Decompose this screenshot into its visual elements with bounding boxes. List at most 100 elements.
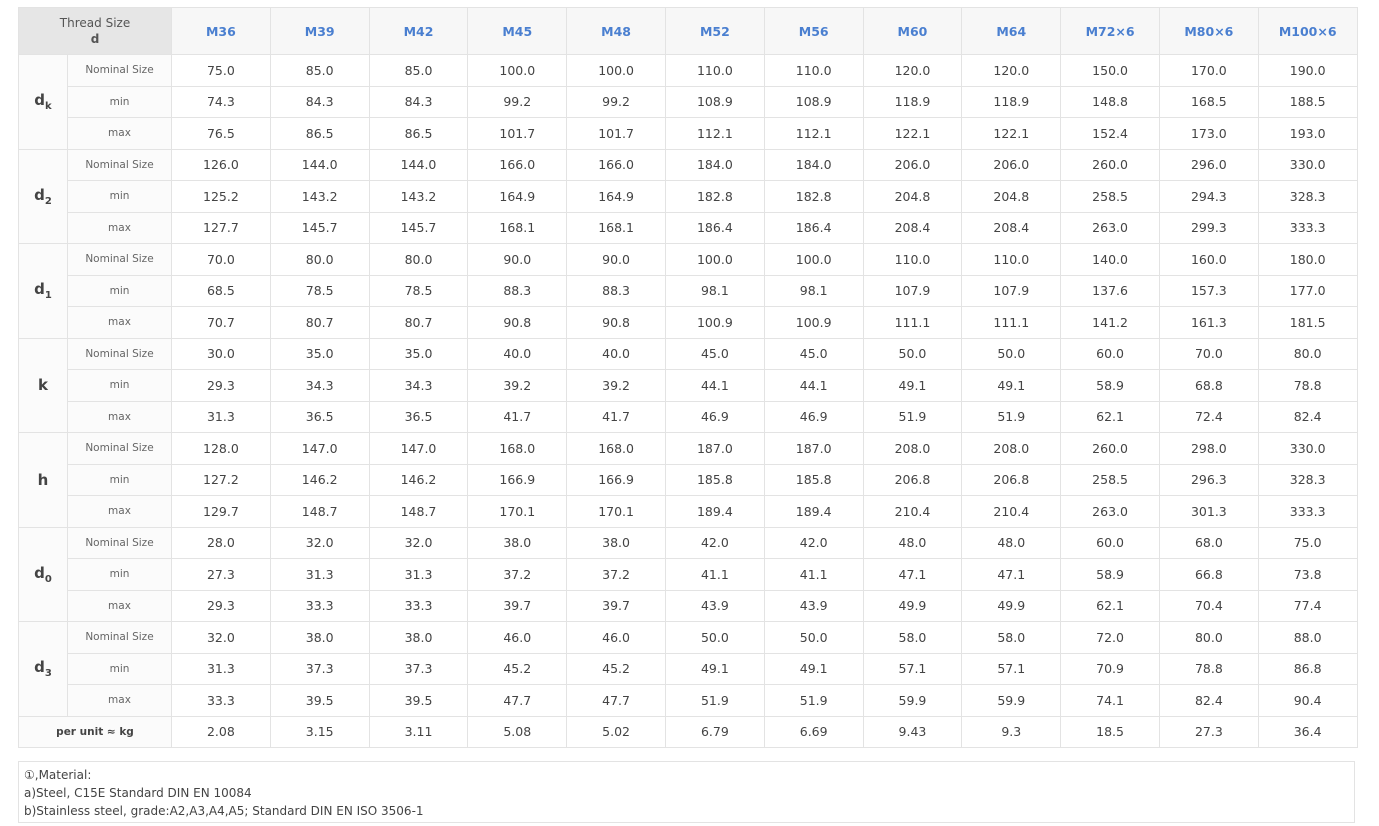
table-cell: 41.1: [664, 558, 765, 591]
table-row: min 68.5 78.5 78.5 88.3 88.3 98.1 98.1 107.9 107.…: [19, 274, 1358, 307]
table-cell: 101.7: [467, 117, 568, 150]
table-row: max 127.7 145.7 145.7 168.1 168.1 186.4 186.4 20…: [19, 211, 1358, 244]
table-cell: 35.0: [269, 337, 370, 370]
table-cell: 333.3: [1257, 495, 1358, 528]
table-cell: 173.0: [1158, 117, 1259, 150]
table-cell: 88.3: [566, 274, 666, 307]
notes-title: ①,Material:: [24, 768, 92, 782]
spec-table-body: dk Nominal Size 75.0 85.0 85.0 100.0 100.0 110.…: [18, 54, 1358, 748]
table-cell: 75.0: [171, 54, 271, 87]
table-cell: 38.0: [467, 526, 568, 559]
table-cell: 301.3: [1158, 495, 1259, 528]
table-cell: 100.0: [467, 54, 568, 87]
table-cell: 58.0: [961, 621, 1062, 654]
table-cell: 37.2: [467, 558, 568, 591]
table-cell: 100.9: [763, 306, 864, 339]
table-cell: 110.0: [763, 54, 864, 87]
tolerance-label: max: [67, 400, 172, 433]
table-cell: 38.0: [269, 621, 370, 654]
table-cell: 84.3: [269, 85, 370, 118]
table-cell: 78.5: [368, 274, 469, 307]
table-cell: 34.3: [269, 369, 370, 402]
table-cell: 208.0: [862, 432, 963, 465]
tolerance-label: min: [67, 652, 172, 685]
table-cell: 182.8: [664, 180, 765, 213]
dimension-symbol: d2: [18, 148, 68, 244]
table-cell: 80.0: [368, 243, 469, 276]
table-row: max 29.3 33.3 33.3 39.7 39.7 43.9 43.9 49.9 49.9 6…: [19, 589, 1358, 622]
thread-size-column-header: M36: [171, 7, 271, 55]
table-cell: 60.0: [1060, 526, 1160, 559]
tolerance-label: max: [67, 117, 172, 150]
table-cell: 206.8: [961, 463, 1062, 496]
table-cell: 204.8: [862, 180, 963, 213]
table-cell: 40.0: [467, 337, 568, 370]
tolerance-label: Nominal Size: [67, 526, 172, 559]
thread-size-column-header: M39: [269, 7, 370, 55]
table-row: k Nominal Size 30.0 35.0 35.0 40.0 40.0 45.0 45.…: [18, 337, 1358, 433]
table-cell: 49.1: [961, 369, 1062, 402]
tolerance-label: min: [67, 369, 172, 402]
table-cell: 80.7: [368, 306, 469, 339]
table-cell: 88.3: [467, 274, 568, 307]
table-cell: 32.0: [368, 526, 469, 559]
table-cell: 181.5: [1257, 306, 1358, 339]
thread-size-spec-table: Thread Size d M36 M39 M42 M45 M48 M52 M56 M60 M6…: [18, 7, 1358, 748]
table-cell: 48.0: [961, 526, 1062, 559]
table-cell: 330.0: [1257, 432, 1358, 465]
table-cell: 127.2: [171, 463, 271, 496]
dimension-symbol-subscript: 2: [44, 195, 52, 207]
table-row: max 31.3 36.5 36.5 41.7 41.7 46.9 46.9 51.9 51.9 6…: [19, 400, 1358, 433]
weight-cell: 18.5: [1060, 715, 1160, 748]
thread-size-column-header: M80×6: [1158, 7, 1259, 55]
table-cell: 184.0: [664, 148, 765, 181]
table-cell: 110.0: [961, 243, 1062, 276]
table-cell: 29.3: [171, 369, 271, 402]
table-cell: 294.3: [1158, 180, 1259, 213]
table-cell: 99.2: [566, 85, 666, 118]
weight-cell: 36.4: [1257, 715, 1358, 748]
table-cell: 112.1: [763, 117, 864, 150]
table-cell: 166.9: [467, 463, 568, 496]
table-cell: 143.2: [269, 180, 370, 213]
table-cell: 298.0: [1158, 432, 1259, 465]
tolerance-label: min: [67, 558, 172, 591]
table-cell: 170.1: [467, 495, 568, 528]
table-cell: 44.1: [763, 369, 864, 402]
table-cell: 39.5: [368, 684, 469, 717]
table-cell: 46.0: [566, 621, 666, 654]
tolerance-label: Nominal Size: [67, 432, 172, 465]
table-cell: 187.0: [664, 432, 765, 465]
table-cell: 161.3: [1158, 306, 1259, 339]
table-cell: 70.7: [171, 306, 271, 339]
tolerance-label: max: [67, 589, 172, 622]
table-cell: 32.0: [171, 621, 271, 654]
table-cell: 50.0: [961, 337, 1062, 370]
table-cell: 100.0: [664, 243, 765, 276]
table-cell: 39.7: [467, 589, 568, 622]
tolerance-label: max: [67, 211, 172, 244]
table-cell: 59.9: [862, 684, 963, 717]
table-cell: 157.3: [1158, 274, 1259, 307]
table-cell: 46.0: [467, 621, 568, 654]
table-cell: 98.1: [664, 274, 765, 307]
weight-cell: 3.15: [269, 715, 370, 748]
table-cell: 107.9: [862, 274, 963, 307]
table-cell: 50.0: [763, 621, 864, 654]
table-cell: 170.0: [1158, 54, 1259, 87]
dimension-symbol: k: [18, 337, 68, 433]
table-cell: 45.2: [566, 652, 666, 685]
table-cell: 164.9: [467, 180, 568, 213]
table-cell: 99.2: [467, 85, 568, 118]
table-cell: 145.7: [368, 211, 469, 244]
table-cell: 80.0: [1257, 337, 1358, 370]
table-cell: 168.5: [1158, 85, 1259, 118]
table-row: min 27.3 31.3 31.3 37.2 37.2 41.1 41.1 47.1 47.1 5…: [19, 558, 1358, 591]
table-cell: 189.4: [763, 495, 864, 528]
table-cell: 88.0: [1257, 621, 1358, 654]
table-cell: 40.0: [566, 337, 666, 370]
table-cell: 50.0: [862, 337, 963, 370]
table-cell: 140.0: [1060, 243, 1160, 276]
table-row: max 76.5 86.5 86.5 101.7 101.7 112.1 112.1 122.1…: [19, 117, 1358, 150]
note-stainless: b)Stainless steel, grade:A2,A3,A4,A5; St…: [24, 804, 424, 818]
